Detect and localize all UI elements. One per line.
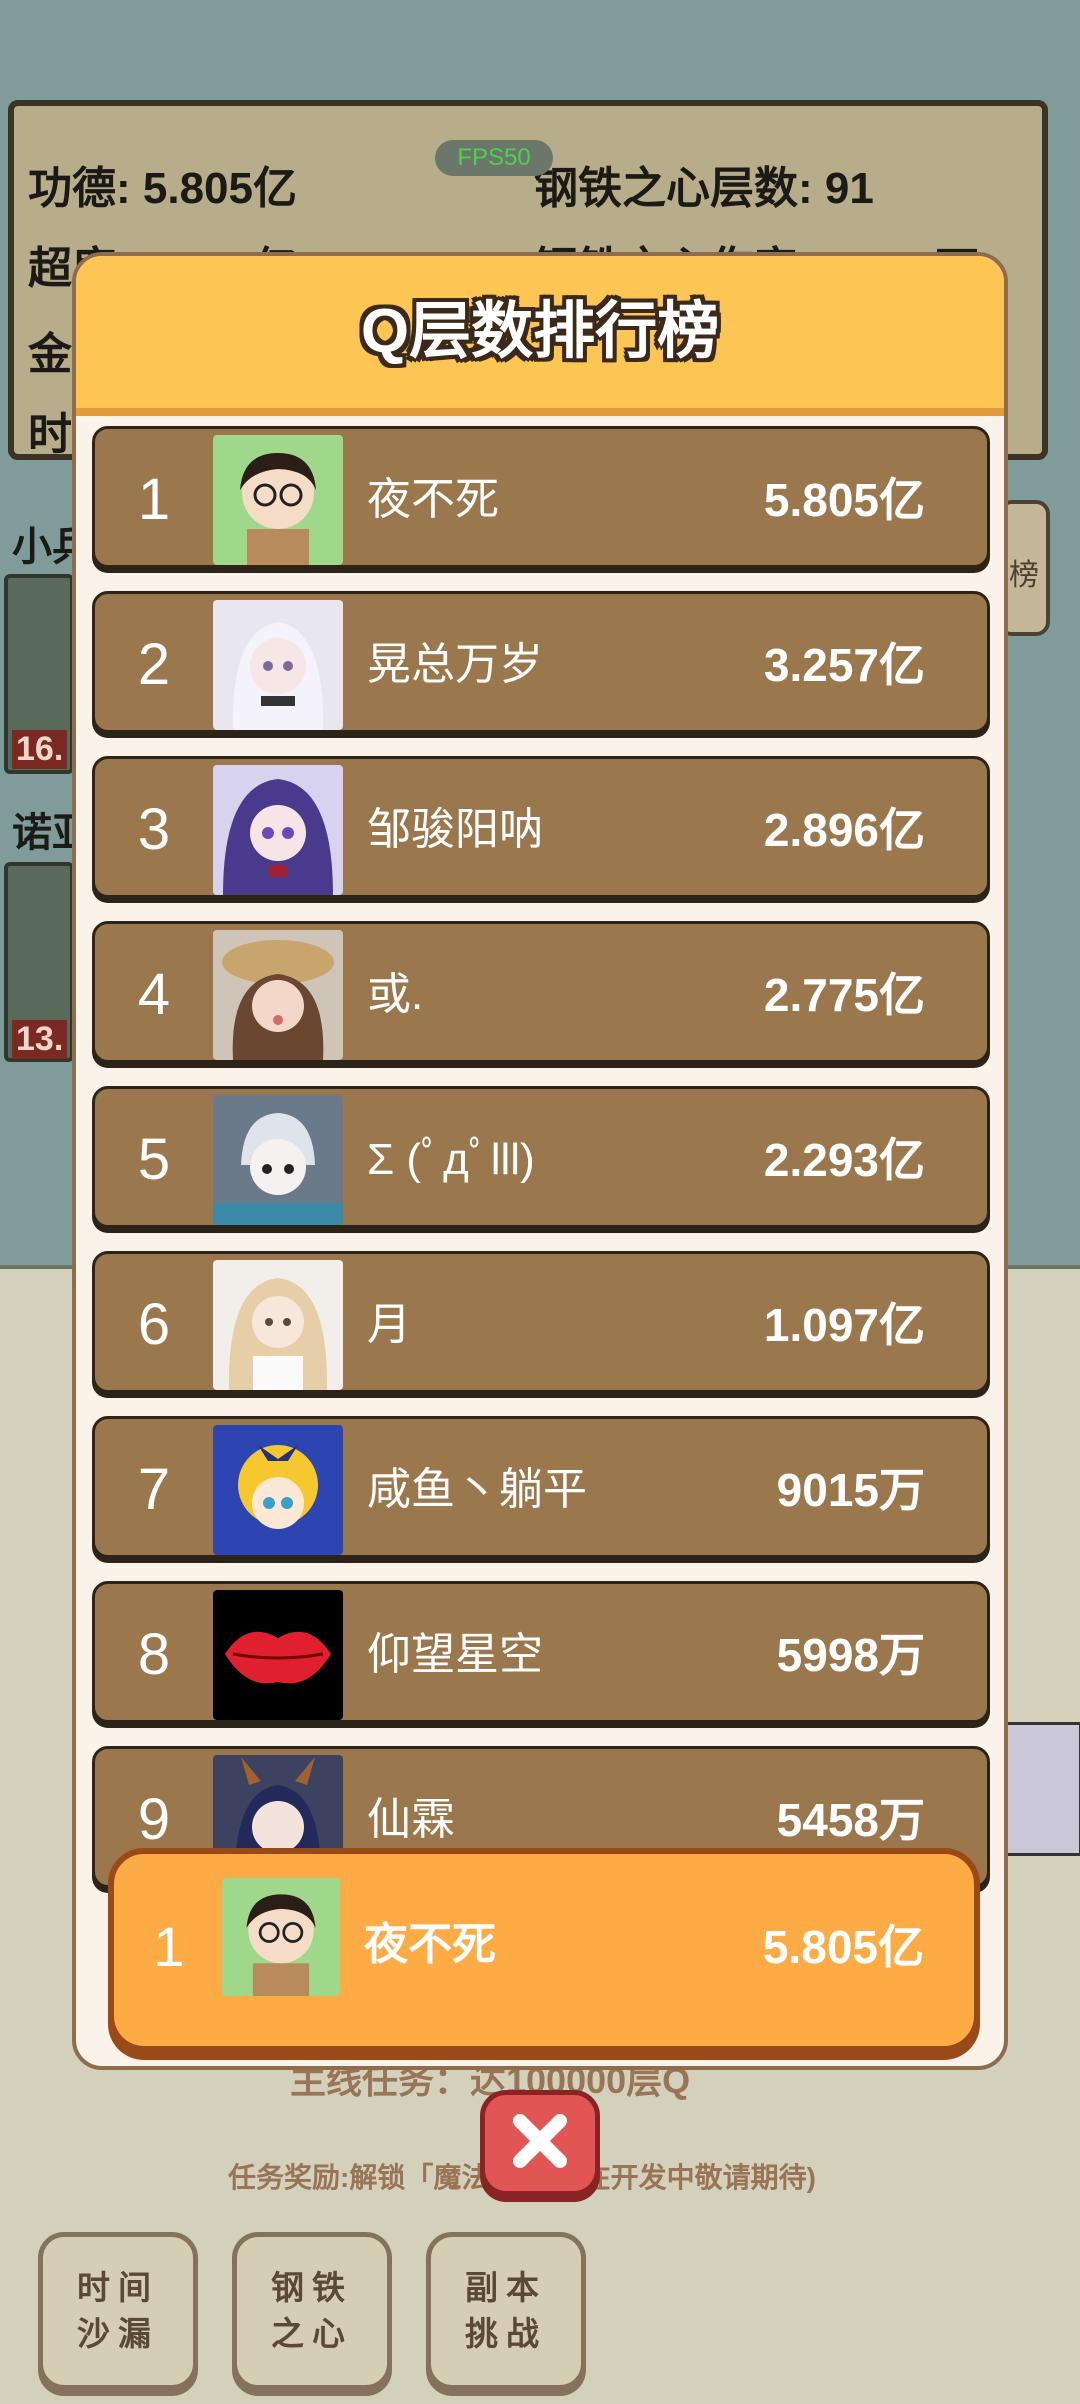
rank-number: 7: [137, 1457, 171, 1522]
chibi-helmet-avatar: [213, 1095, 343, 1225]
leaderboard-row[interactable]: 3 邹骏阳呐 2.896亿: [92, 756, 990, 898]
player-score: 5998万: [776, 1629, 925, 1681]
rank-number: 5: [137, 1127, 171, 1192]
leaderboard-row[interactable]: 2 晃总万岁 3.257亿: [92, 591, 990, 733]
button-label-line1: 钢铁: [271, 2269, 353, 2306]
fps-counter: FPS50: [435, 140, 553, 176]
player-name: 或.: [367, 970, 424, 1019]
unit-level-2: 13.: [12, 1020, 68, 1059]
player-score: 2.896亿: [763, 804, 925, 856]
player-name: 晃总万岁: [367, 640, 543, 689]
rank-number: 2: [137, 632, 171, 697]
my-rank-number: 1: [153, 1915, 185, 1978]
merit-stat: 功德: 5.805亿: [28, 164, 297, 213]
player-name: 月: [367, 1300, 411, 1349]
my-player-name: 夜不死: [364, 1920, 496, 1969]
leaderboard-row[interactable]: 4 或. 2.775亿: [92, 921, 990, 1063]
rank-number: 3: [137, 797, 171, 862]
player-score: 2.775亿: [763, 969, 925, 1021]
leaderboard-row[interactable]: 7 咸鱼丶躺平 9015万: [92, 1416, 990, 1558]
stat-row4-left: 时: [28, 410, 72, 459]
dungeon-challenge-button[interactable]: 副本 挑战: [426, 2232, 586, 2390]
blonde-girl-avatar: [213, 1260, 343, 1390]
modal-title: Q层数排行榜: [360, 297, 720, 366]
player-name: Σ (ﾟдﾟlll): [367, 1135, 535, 1184]
close-button[interactable]: [480, 2090, 600, 2196]
player-name: 仰望星空: [367, 1630, 543, 1679]
heart-axe-icon: [1004, 1722, 1080, 1856]
button-label-line1: 时间: [77, 2269, 159, 2306]
leaderboard-list[interactable]: 1 夜不死 5.805亿 2 晃总万岁 3.257亿 3 邹骏阳呐 2.896亿…: [76, 424, 1004, 1996]
player-name: 夜不死: [367, 475, 499, 524]
player-score: 3.257亿: [763, 639, 925, 691]
rank-number: 1: [137, 467, 171, 532]
button-label-line2: 沙漏: [77, 2315, 159, 2352]
leaderboard-modal: Q层数排行榜 1 夜不死 5.805亿 2 晃总万岁 3.257亿 3 邹骏阳呐…: [72, 252, 1008, 2070]
purple-hair-girl-avatar: [213, 765, 343, 895]
leaderboard-row[interactable]: 6 月 1.097亿: [92, 1251, 990, 1393]
steel-heart-button[interactable]: 钢铁 之心: [232, 2232, 392, 2390]
leaderboard-row[interactable]: 8 仰望星空 5998万: [92, 1581, 990, 1723]
button-label-line2: 挑战: [465, 2315, 547, 2352]
stat-row3-left: 金: [28, 330, 72, 379]
boy-glasses-avatar: [213, 435, 343, 565]
leaderboard-row[interactable]: 5 Σ (ﾟдﾟlll) 2.293亿: [92, 1086, 990, 1228]
player-score: 9015万: [776, 1464, 925, 1516]
close-icon: [508, 2109, 572, 2178]
rank-number: 6: [137, 1292, 171, 1357]
player-score: 1.097亿: [763, 1299, 925, 1351]
my-player-score: 5.805亿: [762, 1921, 924, 1973]
hat-girl-avatar: [213, 930, 343, 1060]
rank-number: 8: [137, 1622, 171, 1687]
my-rank-row[interactable]: 1 夜不死 5.805亿: [108, 1848, 980, 2052]
time-hourglass-button[interactable]: 时间 沙漏: [38, 2232, 198, 2390]
steel-layers-stat: 钢铁之心层数: 91: [534, 164, 874, 213]
button-label-line1: 副本: [465, 2269, 547, 2306]
yellow-cartoon-avatar: [213, 1425, 343, 1555]
player-score: 2.293亿: [763, 1134, 925, 1186]
player-name: 咸鱼丶躺平: [367, 1465, 587, 1514]
white-hair-girl-avatar: [213, 600, 343, 730]
red-lips-avatar: [213, 1590, 343, 1720]
unit-level-1: 16.: [12, 730, 68, 769]
boy-glasses-avatar: [222, 1878, 340, 1996]
player-score: 5.805亿: [763, 474, 925, 526]
leaderboard-row[interactable]: 1 夜不死 5.805亿: [92, 426, 990, 568]
rank-number: 4: [137, 962, 171, 1027]
button-label-line2: 之心: [271, 2315, 353, 2352]
player-name: 邹骏阳呐: [367, 805, 543, 854]
